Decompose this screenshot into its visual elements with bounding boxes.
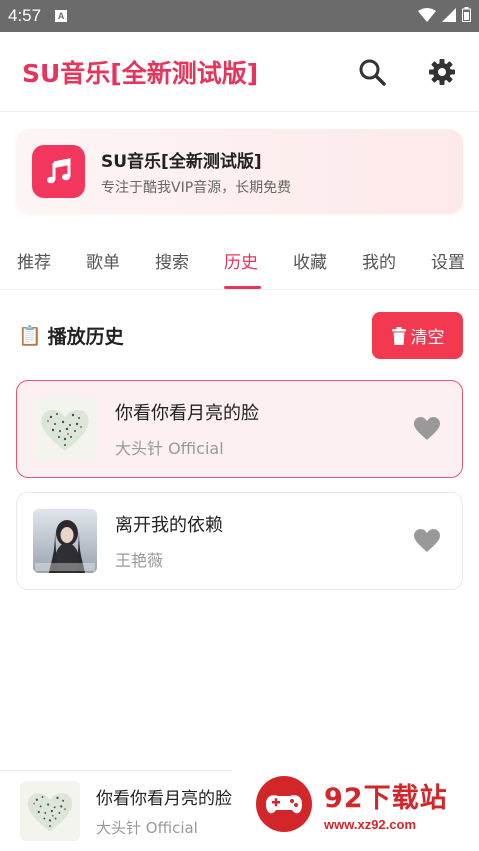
gear-icon — [429, 58, 455, 85]
tab-history[interactable]: 历史 — [224, 248, 258, 273]
gamepad-logo-icon — [256, 775, 312, 832]
song-cover — [33, 397, 97, 461]
song-cover — [33, 509, 97, 573]
watermark-name: 92下载站 — [324, 782, 448, 814]
status-bar: 4:57 A — [0, 0, 479, 32]
battery-icon — [462, 6, 471, 26]
tab-playlists[interactable]: 歌单 — [86, 248, 120, 273]
heart-icon — [414, 417, 440, 440]
song-artist: 大头针 Official — [115, 439, 224, 458]
clear-history-button[interactable]: 清空 — [372, 312, 463, 359]
tab-settings[interactable]: 设置 — [431, 248, 465, 273]
wifi-icon — [418, 7, 436, 26]
app-header: SU音乐[全新测试版] — [0, 32, 479, 112]
clipboard-icon: 📋 — [18, 325, 42, 347]
favorite-button[interactable] — [412, 414, 442, 444]
active-tab-indicator — [224, 286, 261, 289]
app-logo — [32, 145, 85, 198]
search-button[interactable] — [357, 57, 387, 87]
song-artist: 王艳薇 — [115, 551, 164, 570]
banner-title: SU音乐[全新测试版] — [101, 151, 262, 172]
player-cover — [20, 781, 80, 841]
tab-mine[interactable]: 我的 — [362, 248, 396, 273]
history-header: 📋 播放历史 — [18, 322, 124, 349]
app-title: SU音乐[全新测试版] — [22, 58, 259, 88]
tab-bar: 推荐 歌单 搜索 历史 收藏 我的 设置 — [0, 232, 479, 290]
history-title: 播放历史 — [47, 326, 124, 348]
tab-search[interactable]: 搜索 — [155, 248, 189, 273]
heart-icon — [414, 529, 440, 552]
song-title: 离开我的依赖 — [115, 515, 223, 536]
notification-a-icon: A — [55, 10, 68, 22]
music-note-icon — [46, 157, 70, 183]
status-time: 4:57 — [8, 6, 42, 25]
trash-icon — [391, 326, 406, 345]
watermark: 92下载站 www.xz92.com — [232, 756, 479, 851]
song-item[interactable]: 你看你看月亮的脸 大头针 Official — [16, 380, 463, 478]
tab-favorites[interactable]: 收藏 — [293, 248, 327, 273]
favorite-button[interactable] — [412, 526, 442, 556]
song-title: 你看你看月亮的脸 — [115, 403, 259, 424]
app-banner: SU音乐[全新测试版] 专注于酷我VIP音源，长期免费 — [16, 129, 463, 214]
settings-button[interactable] — [427, 57, 457, 87]
tab-recommend[interactable]: 推荐 — [17, 248, 51, 273]
search-icon — [359, 59, 386, 86]
banner-subtitle: 专注于酷我VIP音源，长期免费 — [101, 179, 292, 196]
signal-icon — [442, 7, 456, 26]
song-item[interactable]: 离开我的依赖 王艳薇 — [16, 492, 463, 590]
watermark-url: www.xz92.com — [324, 816, 416, 832]
clear-button-label: 清空 — [410, 328, 445, 348]
